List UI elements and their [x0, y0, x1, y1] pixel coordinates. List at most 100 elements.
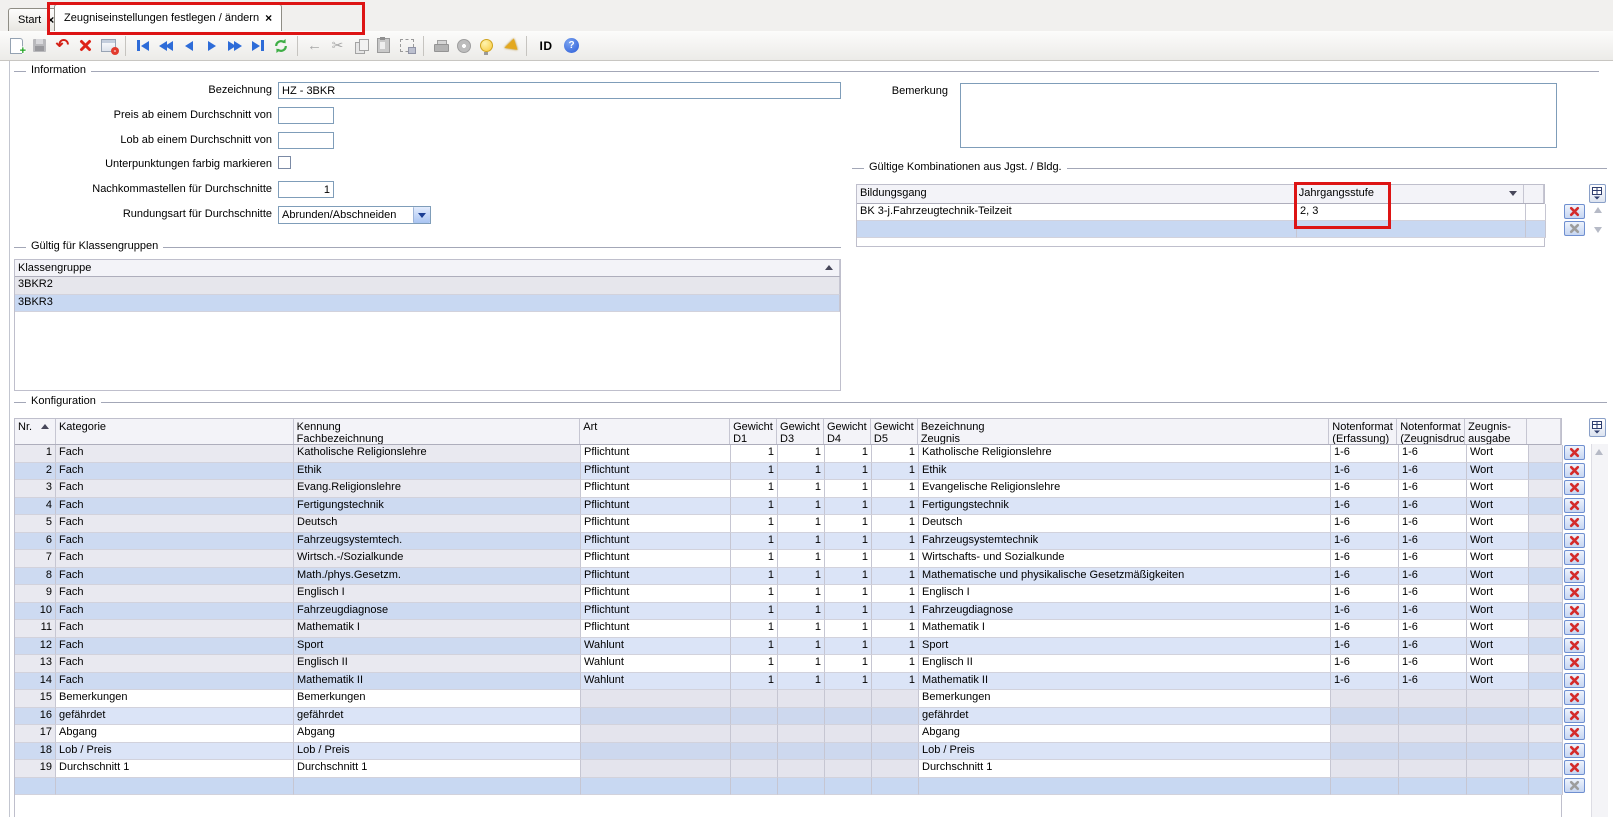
cell[interactable]: 1-6 — [1331, 568, 1399, 586]
cell[interactable]: 1-6 — [1331, 533, 1399, 551]
cell[interactable]: 1 — [825, 480, 872, 498]
cell[interactable]: 1 — [731, 585, 778, 603]
rundungsart-select[interactable]: Abrunden/Abschneiden — [278, 206, 431, 224]
table-row[interactable]: 12FachSportWahlunt1111Sport1-61-6Wort — [15, 638, 1563, 656]
cell[interactable]: 1 — [778, 603, 825, 621]
close-tab-icon[interactable]: × — [265, 13, 272, 23]
cell[interactable]: Deutsch — [919, 515, 1331, 533]
delete-row-button[interactable] — [1564, 585, 1585, 600]
cell[interactable]: Mathematik II — [294, 673, 581, 691]
lightbulb-icon[interactable] — [476, 35, 497, 57]
column-header[interactable] — [1524, 185, 1544, 203]
cell[interactable]: Fach — [56, 550, 294, 568]
cell[interactable]: 6 — [15, 533, 56, 551]
cell[interactable] — [825, 708, 872, 726]
cell[interactable] — [825, 690, 872, 708]
vertical-scrollbar[interactable] — [1591, 444, 1608, 817]
cell[interactable] — [1331, 725, 1399, 743]
fast-prev-icon[interactable] — [155, 35, 176, 57]
cell[interactable]: 1-6 — [1399, 463, 1467, 481]
cell[interactable] — [825, 743, 872, 761]
table-row[interactable]: 14FachMathematik IIWahlunt1111Mathematik… — [15, 673, 1563, 691]
cell[interactable]: 1 — [872, 515, 919, 533]
cell[interactable] — [1529, 690, 1563, 708]
cell[interactable]: Bemerkungen — [919, 690, 1331, 708]
cell[interactable]: 19 — [15, 760, 56, 778]
cell[interactable]: Lob / Preis — [294, 743, 581, 761]
delete-row-button[interactable] — [1564, 620, 1585, 635]
cell[interactable] — [1467, 725, 1529, 743]
back-arrow-icon[interactable] — [304, 35, 325, 57]
cell[interactable] — [1529, 673, 1563, 691]
cell[interactable]: 1 — [872, 463, 919, 481]
cell[interactable]: Durchschnitt 1 — [294, 760, 581, 778]
first-record-icon[interactable] — [132, 35, 153, 57]
cell[interactable]: Wahlunt — [581, 655, 731, 673]
column-header[interactable]: Nr. — [15, 419, 56, 444]
cell[interactable]: Fach — [56, 533, 294, 551]
id-button[interactable]: ID — [533, 35, 559, 57]
cell[interactable]: Katholische Religionslehre — [919, 445, 1331, 463]
cell[interactable]: Deutsch — [294, 515, 581, 533]
cell[interactable]: 1 — [731, 568, 778, 586]
cell[interactable]: 1 — [825, 655, 872, 673]
cell[interactable]: Pflichtunt — [581, 533, 731, 551]
cell[interactable] — [294, 778, 581, 796]
table-row-new[interactable] — [15, 778, 1563, 796]
cell[interactable]: 1 — [825, 620, 872, 638]
save-icon[interactable] — [29, 35, 50, 57]
cell[interactable]: 1 — [825, 568, 872, 586]
cell[interactable]: Fach — [56, 480, 294, 498]
cell[interactable]: gefährdet — [919, 708, 1331, 726]
delete-row-button-disabled[interactable] — [1564, 221, 1585, 236]
column-header[interactable]: Bildungsgang — [857, 185, 1296, 203]
delete-row-button[interactable] — [1564, 760, 1585, 775]
cell[interactable]: Fach — [56, 463, 294, 481]
cell[interactable] — [1529, 515, 1563, 533]
cell[interactable]: Pflichtunt — [581, 498, 731, 516]
cell[interactable]: 3 — [15, 480, 56, 498]
cell[interactable]: Wort — [1467, 463, 1529, 481]
table-row[interactable]: 7FachWirtsch.-/SozialkundePflichtunt1111… — [15, 550, 1563, 568]
data-form-icon[interactable] — [98, 35, 119, 57]
sort-ascending-icon[interactable] — [825, 265, 833, 270]
cell[interactable]: 1-6 — [1331, 620, 1399, 638]
cell[interactable]: Wort — [1467, 445, 1529, 463]
cell[interactable]: 1-6 — [1399, 568, 1467, 586]
cell[interactable] — [872, 690, 919, 708]
prev-record-icon[interactable] — [178, 35, 199, 57]
cell[interactable]: gefährdet — [294, 708, 581, 726]
cell[interactable]: Fahrzeugsystemtech. — [294, 533, 581, 551]
column-header[interactable]: BezeichnungZeugnis — [918, 419, 1329, 444]
undo-icon[interactable] — [52, 35, 73, 57]
cell[interactable]: Math./phys.Gesetzm. — [294, 568, 581, 586]
table-row[interactable]: 16gefährdetgefährdetgefährdet — [15, 708, 1563, 726]
table-row[interactable]: 9FachEnglisch IPflichtunt1111Englisch I1… — [15, 585, 1563, 603]
cell[interactable] — [1297, 221, 1526, 238]
cell[interactable]: Fahrzeugdiagnose — [294, 603, 581, 621]
cell[interactable]: Fach — [56, 620, 294, 638]
delete-row-button[interactable] — [1564, 708, 1585, 723]
cell[interactable]: Fach — [56, 445, 294, 463]
cell[interactable]: Fahrzeugsystemtechnik — [919, 533, 1331, 551]
bell-icon[interactable] — [499, 35, 520, 57]
cell[interactable]: Wort — [1467, 673, 1529, 691]
cell[interactable]: Englisch II — [919, 655, 1331, 673]
cell[interactable]: 1 — [778, 673, 825, 691]
cell[interactable]: 1-6 — [1331, 638, 1399, 656]
delete-row-button[interactable] — [1564, 725, 1585, 740]
cell[interactable]: Fertigungstechnik — [919, 498, 1331, 516]
cell[interactable]: Pflichtunt — [581, 603, 731, 621]
cell[interactable] — [778, 708, 825, 726]
table-row[interactable]: 13FachEnglisch IIWahlunt1111Englisch II1… — [15, 655, 1563, 673]
cell[interactable]: 2, 3 — [1297, 204, 1526, 221]
cell[interactable]: Pflichtunt — [581, 585, 731, 603]
cell[interactable]: Fertigungstechnik — [294, 498, 581, 516]
cell[interactable]: 1 — [731, 533, 778, 551]
cell[interactable] — [1529, 760, 1563, 778]
cell[interactable]: Fach — [56, 673, 294, 691]
cell[interactable]: Fahrzeugdiagnose — [919, 603, 1331, 621]
cell[interactable] — [1399, 778, 1467, 796]
delete-row-button[interactable] — [1564, 673, 1585, 688]
delete-row-button[interactable] — [1564, 533, 1585, 548]
